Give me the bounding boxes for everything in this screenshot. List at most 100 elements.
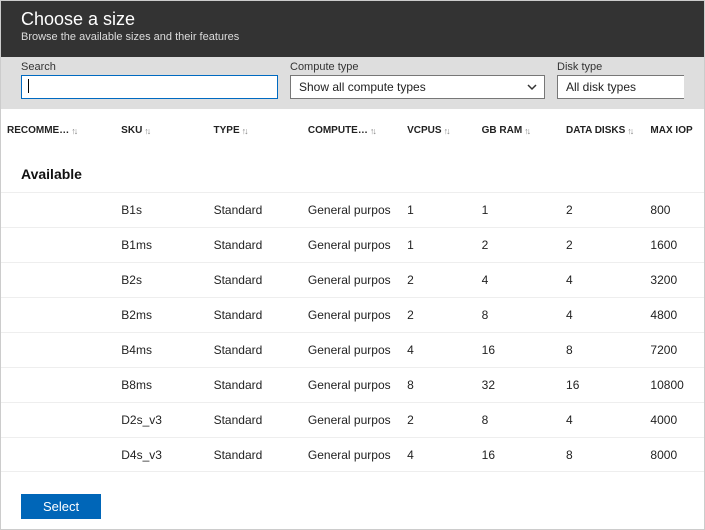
cell-type: Standard <box>208 413 302 427</box>
disk-type-label: Disk type <box>557 61 684 73</box>
cell-iops: 4800 <box>644 308 704 322</box>
column-label: TYPE <box>214 125 240 136</box>
column-label: DATA DISKS <box>566 125 625 136</box>
column-header[interactable]: DATA DISKS↑↓ <box>560 125 644 136</box>
footer: Select <box>1 484 704 529</box>
disk-type-value: All disk types <box>566 80 636 94</box>
cell-iops: 800 <box>644 203 704 217</box>
cell-sku: D2s_v3 <box>115 413 207 427</box>
cell-ram: 32 <box>476 378 560 392</box>
cell-ram: 1 <box>476 203 560 217</box>
cell-ram: 2 <box>476 238 560 252</box>
sort-icon: ↑↓ <box>144 126 149 136</box>
compute-type-value: Show all compute types <box>299 80 426 94</box>
cell-vcpus: 4 <box>401 448 475 462</box>
cell-compute: General purpos <box>302 448 401 462</box>
panel-header: Choose a size Browse the available sizes… <box>1 1 704 57</box>
cell-vcpus: 2 <box>401 413 475 427</box>
compute-type-label: Compute type <box>290 61 545 73</box>
cell-sku: D4s_v3 <box>115 448 207 462</box>
cell-ram: 16 <box>476 448 560 462</box>
table-row[interactable]: B2msStandardGeneral purpos2844800 <box>1 297 704 332</box>
compute-type-dropdown[interactable]: Show all compute types <box>290 75 545 99</box>
sort-icon: ↑↓ <box>370 126 375 136</box>
cell-type: Standard <box>208 378 302 392</box>
size-table: RECOMME…↑↓SKU↑↓TYPE↑↓COMPUTE…↑↓VCPUS↑↓GB… <box>1 109 704 472</box>
cell-disks: 2 <box>560 238 644 252</box>
column-header[interactable]: SKU↑↓ <box>115 125 207 136</box>
cell-disks: 8 <box>560 343 644 357</box>
cell-vcpus: 8 <box>401 378 475 392</box>
cell-sku: B2s <box>115 273 207 287</box>
column-header[interactable]: GB RAM↑↓ <box>476 125 560 136</box>
sort-icon: ↑↓ <box>242 126 247 136</box>
filter-bar: Search Compute type Show all compute typ… <box>1 57 704 109</box>
search-label: Search <box>21 61 278 73</box>
table-row[interactable]: B1msStandardGeneral purpos1221600 <box>1 227 704 262</box>
cell-compute: General purpos <box>302 203 401 217</box>
column-label: SKU <box>121 125 142 136</box>
cell-compute: General purpos <box>302 273 401 287</box>
column-label: VCPUS <box>407 125 441 136</box>
cell-iops: 10800 <box>644 378 704 392</box>
cell-sku: B4ms <box>115 343 207 357</box>
cell-compute: General purpos <box>302 308 401 322</box>
cell-ram: 4 <box>476 273 560 287</box>
cell-vcpus: 4 <box>401 343 475 357</box>
column-header[interactable]: COMPUTE…↑↓ <box>302 125 401 136</box>
column-header[interactable]: MAX IOP <box>644 125 704 136</box>
select-button[interactable]: Select <box>21 494 101 519</box>
cell-ram: 8 <box>476 413 560 427</box>
cell-disks: 16 <box>560 378 644 392</box>
table-row[interactable]: B4msStandardGeneral purpos41687200 <box>1 332 704 367</box>
table-row[interactable]: D2s_v3StandardGeneral purpos2844000 <box>1 402 704 437</box>
cell-disks: 4 <box>560 413 644 427</box>
sort-icon: ↑↓ <box>444 126 449 136</box>
cell-type: Standard <box>208 203 302 217</box>
sort-icon: ↑↓ <box>71 126 76 136</box>
cell-iops: 8000 <box>644 448 704 462</box>
column-headers: RECOMME…↑↓SKU↑↓TYPE↑↓COMPUTE…↑↓VCPUS↑↓GB… <box>1 109 704 144</box>
column-label: MAX IOP <box>650 125 692 136</box>
column-label: GB RAM <box>482 125 523 136</box>
cell-iops: 4000 <box>644 413 704 427</box>
cell-iops: 7200 <box>644 343 704 357</box>
sort-icon: ↑↓ <box>524 126 529 136</box>
cell-vcpus: 1 <box>401 238 475 252</box>
table-row[interactable]: B1sStandardGeneral purpos112800 <box>1 192 704 227</box>
cell-disks: 4 <box>560 273 644 287</box>
column-header[interactable]: VCPUS↑↓ <box>401 125 475 136</box>
column-label: RECOMME… <box>7 125 69 136</box>
cell-type: Standard <box>208 448 302 462</box>
cell-sku: B1s <box>115 203 207 217</box>
cell-sku: B1ms <box>115 238 207 252</box>
chevron-down-icon <box>526 81 538 93</box>
cell-ram: 8 <box>476 308 560 322</box>
group-available: Available <box>1 144 704 192</box>
page-title: Choose a size <box>21 9 684 30</box>
column-header[interactable]: RECOMME…↑↓ <box>1 125 115 136</box>
cell-compute: General purpos <box>302 378 401 392</box>
search-input[interactable] <box>21 75 278 99</box>
cell-vcpus: 2 <box>401 308 475 322</box>
disk-type-dropdown[interactable]: All disk types <box>557 75 684 99</box>
cell-sku: B8ms <box>115 378 207 392</box>
cell-type: Standard <box>208 238 302 252</box>
table-row[interactable]: B2sStandardGeneral purpos2443200 <box>1 262 704 297</box>
cell-vcpus: 1 <box>401 203 475 217</box>
cell-iops: 1600 <box>644 238 704 252</box>
cell-disks: 8 <box>560 448 644 462</box>
page-subtitle: Browse the available sizes and their fea… <box>21 31 684 43</box>
cell-sku: B2ms <box>115 308 207 322</box>
column-header[interactable]: TYPE↑↓ <box>208 125 302 136</box>
cell-compute: General purpos <box>302 343 401 357</box>
table-row[interactable]: D4s_v3StandardGeneral purpos41688000 <box>1 437 704 472</box>
table-row[interactable]: B8msStandardGeneral purpos8321610800 <box>1 367 704 402</box>
cell-compute: General purpos <box>302 238 401 252</box>
cell-disks: 4 <box>560 308 644 322</box>
cell-ram: 16 <box>476 343 560 357</box>
cell-iops: 3200 <box>644 273 704 287</box>
cell-type: Standard <box>208 308 302 322</box>
sort-icon: ↑↓ <box>627 126 632 136</box>
column-label: COMPUTE… <box>308 125 368 136</box>
